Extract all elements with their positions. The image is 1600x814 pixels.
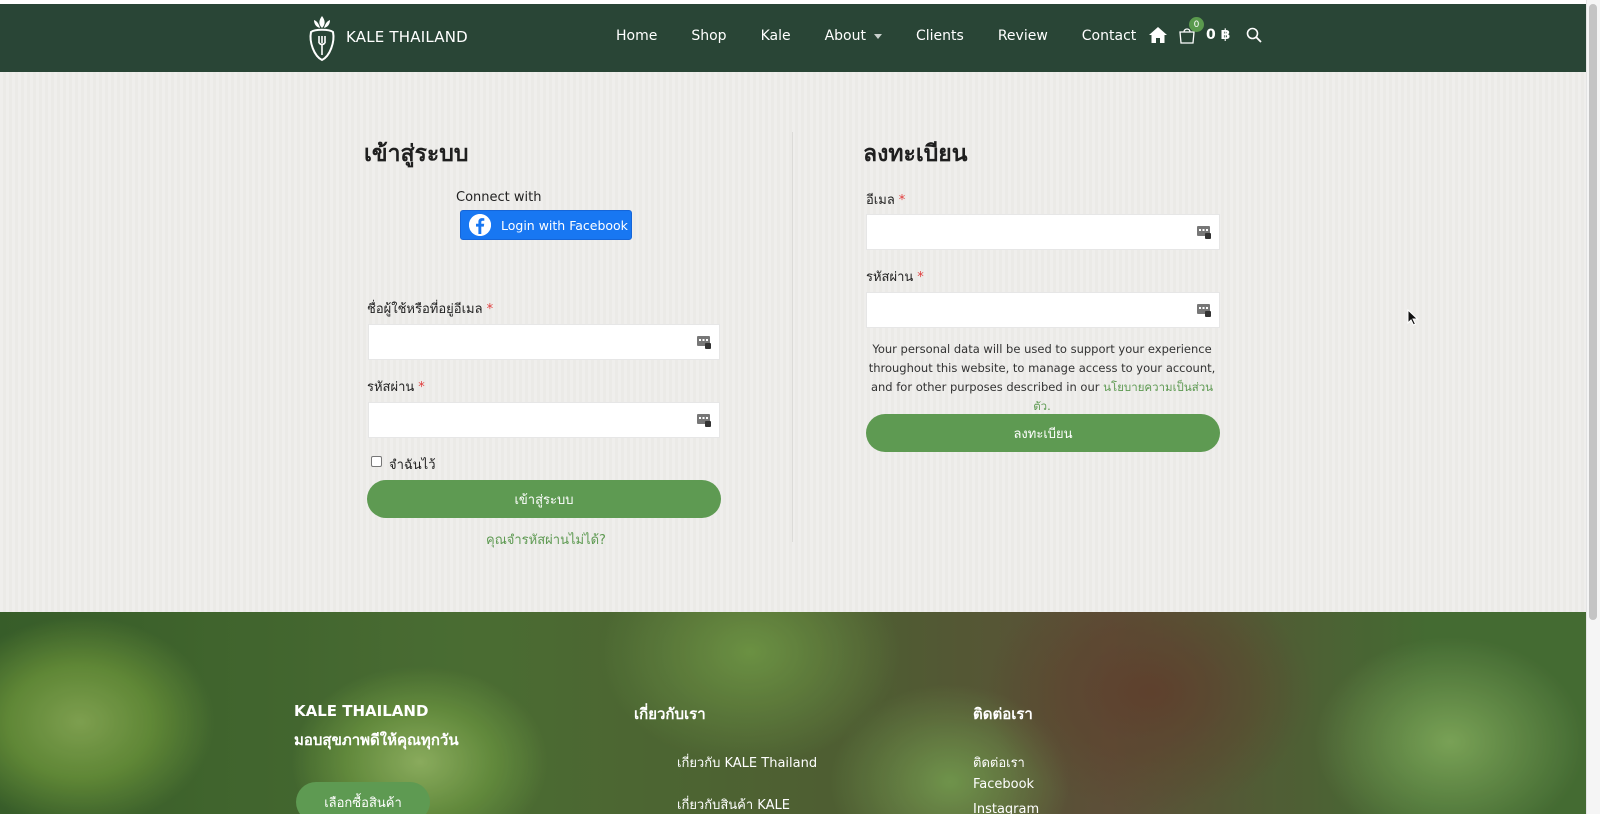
site-logo[interactable]: KALE THAILAND [306,12,468,62]
mouse-cursor-icon [1407,309,1419,326]
header-actions: 0 0 ฿ [1148,17,1262,44]
footer-about-title: เกี่ยวกับเรา [634,705,706,723]
nav-contact[interactable]: Contact [1082,28,1136,44]
footer-brand-title: KALE THAILAND [294,702,429,720]
main-nav: Home Shop Kale About Clients Review Cont… [616,28,1170,44]
footer-link-about-kale[interactable]: เกี่ยวกับ KALE Thailand [677,752,817,773]
nav-home-label: Home [616,28,658,44]
nav-review[interactable]: Review [998,28,1048,44]
facebook-icon [469,214,491,236]
column-divider [792,132,793,542]
register-password-label-text: รหัสผ่าน [866,270,914,285]
login-password-label-text: รหัสผ่าน [367,380,415,395]
required-mark: * [486,302,494,317]
cart-count-badge: 0 [1189,17,1204,32]
username-input[interactable] [368,324,720,360]
nav-clients[interactable]: Clients [916,28,964,44]
nav-kale[interactable]: Kale [761,28,791,44]
shop-now-button[interactable]: เลือกซื้อสินค้า [296,782,430,814]
email-input[interactable] [866,214,1220,250]
register-title: ลงทะเบียน [863,141,968,167]
search-icon[interactable] [1246,27,1262,43]
register-password-label: รหัสผ่าน * [866,266,924,287]
username-label-text: ชื่อผู้ใช้หรือที่อยู่อีเมล [367,302,483,317]
nav-about-label: About [824,28,866,44]
login-submit-button[interactable]: เข้าสู่ระบบ [367,480,721,518]
login-submit-label: เข้าสู่ระบบ [514,492,574,508]
remember-me-checkbox[interactable] [371,456,382,467]
required-mark: * [898,193,906,208]
chevron-down-icon [874,33,882,39]
login-password-input[interactable] [368,402,720,438]
nav-home[interactable]: Home [616,28,657,44]
password-manager-icon[interactable] [1197,304,1211,317]
register-submit-label: ลงทะเบียน [1013,426,1073,442]
account-section: เข้าสู่ระบบ Connect with Login with Face… [0,72,1586,612]
forgot-password-link[interactable]: คุณจำรหัสผ่านไม่ได้? [486,529,606,550]
footer-link-facebook[interactable]: Facebook [973,777,1034,792]
login-title: เข้าสู่ระบบ [364,141,469,167]
footer-background-image [0,612,1586,814]
site-header: KALE THAILAND Home Shop Kale About Clien… [0,4,1586,72]
nav-clients-label: Clients [916,28,964,44]
password-manager-icon[interactable] [697,414,711,427]
nav-review-label: Review [997,28,1048,44]
home-icon[interactable] [1148,26,1168,44]
email-label: อีเมล * [866,189,905,210]
required-mark: * [418,380,425,395]
footer-link-contact[interactable]: ติดต่อเรา [973,752,1025,773]
email-label-text: อีเมล [866,193,895,208]
required-mark: * [917,270,924,285]
cart-total[interactable]: 0 ฿ [1206,27,1230,43]
facebook-login-label: Login with Facebook [501,217,628,233]
register-password-input[interactable] [866,292,1220,328]
facebook-login-button[interactable]: Login with Facebook [460,210,632,240]
kale-logo-icon [309,16,335,62]
brand-name: KALE THAILAND [346,28,468,46]
register-submit-button[interactable]: ลงทะเบียน [866,414,1220,452]
nav-kale-label: Kale [760,28,791,44]
footer-tagline: มอบสุขภาพดีให้คุณทุกวัน [294,731,459,749]
password-manager-icon[interactable] [697,336,711,349]
nav-about[interactable]: About [825,28,882,44]
nav-contact-label: Contact [1081,28,1137,44]
privacy-notice: Your personal data will be used to suppo… [866,340,1218,416]
login-password-label: รหัสผ่าน * [367,376,425,397]
username-label: ชื่อผู้ใช้หรือที่อยู่อีเมล * [367,298,493,319]
footer-link-kale-products[interactable]: เกี่ยวกับสินค้า KALE [677,794,790,814]
nav-shop-label: Shop [691,28,727,44]
footer-contact-title: ติดต่อเรา [973,705,1033,723]
nav-shop[interactable]: Shop [691,28,726,44]
site-footer: KALE THAILAND มอบสุขภาพดีให้คุณทุกวัน เล… [0,612,1586,814]
page-scrollbar-thumb[interactable] [1589,4,1597,620]
connect-with-label: Connect with [456,190,542,205]
password-manager-icon[interactable] [1197,226,1211,239]
remember-me-label[interactable]: จำฉันไว้ [389,454,436,475]
cart-button[interactable]: 0 [1178,17,1204,44]
footer-link-instagram[interactable]: Instagram [973,802,1039,814]
